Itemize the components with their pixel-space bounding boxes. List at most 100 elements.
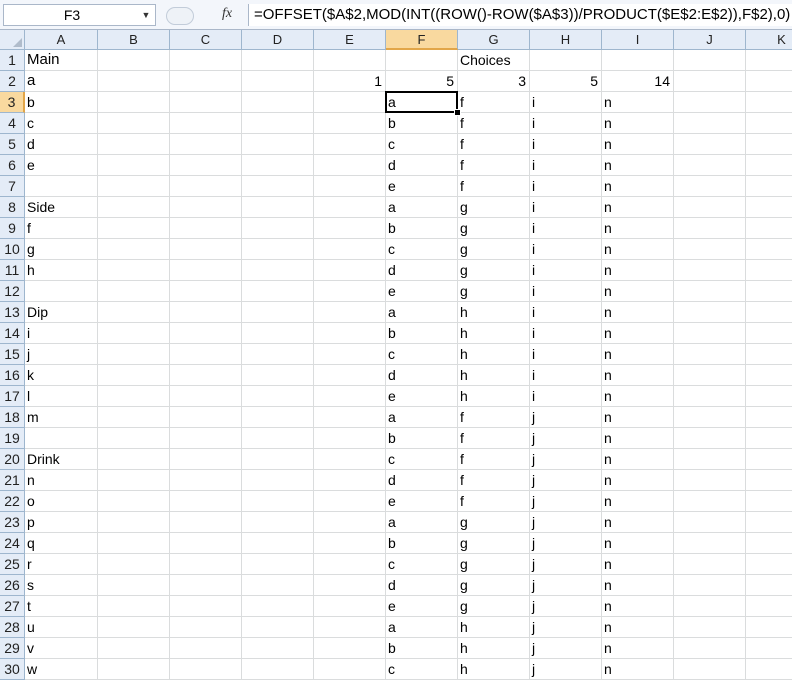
cell[interactable] [674, 428, 746, 449]
cell[interactable] [314, 218, 386, 239]
cell[interactable] [746, 512, 792, 533]
cell-h5[interactable]: i [530, 134, 602, 155]
cell-i2[interactable]: 14 [602, 71, 674, 92]
cell[interactable] [746, 407, 792, 428]
cell[interactable] [746, 281, 792, 302]
cell-f14[interactable]: b [386, 323, 458, 344]
cell-f30[interactable]: c [386, 659, 458, 680]
cell-a20[interactable]: Drink [25, 449, 98, 470]
cell[interactable] [314, 50, 386, 71]
cell-g15[interactable]: h [458, 344, 530, 365]
cell-f8[interactable]: a [386, 197, 458, 218]
row-header-10[interactable]: 10 [0, 239, 25, 260]
cell[interactable] [674, 197, 746, 218]
column-header-k[interactable]: K [746, 30, 792, 50]
cell[interactable] [674, 71, 746, 92]
row-header-19[interactable]: 19 [0, 428, 25, 449]
cell[interactable] [98, 575, 170, 596]
cell[interactable] [386, 50, 458, 71]
column-header-d[interactable]: D [242, 30, 314, 50]
row-header-26[interactable]: 26 [0, 575, 25, 596]
cell-i17[interactable]: n [602, 386, 674, 407]
cell-a22[interactable]: o [25, 491, 98, 512]
cell[interactable] [314, 134, 386, 155]
cell[interactable] [242, 92, 314, 113]
cell[interactable] [170, 71, 242, 92]
cell-g12[interactable]: g [458, 281, 530, 302]
cell[interactable] [746, 260, 792, 281]
cell[interactable] [242, 302, 314, 323]
cell[interactable] [98, 470, 170, 491]
cell-a21[interactable]: n [25, 470, 98, 491]
row-header-7[interactable]: 7 [0, 176, 25, 197]
cell[interactable] [674, 365, 746, 386]
cell[interactable] [746, 71, 792, 92]
column-header-g[interactable]: G [458, 30, 530, 50]
cell[interactable] [242, 134, 314, 155]
cell[interactable] [242, 260, 314, 281]
column-header-e[interactable]: E [314, 30, 386, 50]
cell-a15[interactable]: j [25, 344, 98, 365]
cell[interactable] [98, 491, 170, 512]
cell-h14[interactable]: i [530, 323, 602, 344]
cell[interactable] [674, 134, 746, 155]
cell-f5[interactable]: c [386, 134, 458, 155]
cell[interactable] [314, 407, 386, 428]
column-header-c[interactable]: C [170, 30, 242, 50]
row-header-9[interactable]: 9 [0, 218, 25, 239]
cell-f6[interactable]: d [386, 155, 458, 176]
cell-i29[interactable]: n [602, 638, 674, 659]
cell[interactable] [746, 470, 792, 491]
cell[interactable] [170, 239, 242, 260]
cell-h24[interactable]: j [530, 533, 602, 554]
cell-f11[interactable]: d [386, 260, 458, 281]
cell-a18[interactable]: m [25, 407, 98, 428]
cell-a13[interactable]: Dip [25, 302, 98, 323]
cell[interactable] [98, 449, 170, 470]
cell[interactable] [674, 638, 746, 659]
cell-a26[interactable]: s [25, 575, 98, 596]
cell[interactable] [242, 470, 314, 491]
cell-g6[interactable]: f [458, 155, 530, 176]
cell[interactable] [242, 113, 314, 134]
cell-h29[interactable]: j [530, 638, 602, 659]
cell[interactable] [746, 638, 792, 659]
cell-h10[interactable]: i [530, 239, 602, 260]
cell-f4[interactable]: b [386, 113, 458, 134]
cell[interactable] [674, 176, 746, 197]
cell-h13[interactable]: i [530, 302, 602, 323]
cell-g14[interactable]: h [458, 323, 530, 344]
cell-h21[interactable]: j [530, 470, 602, 491]
cell[interactable] [314, 554, 386, 575]
cell-i10[interactable]: n [602, 239, 674, 260]
cell[interactable] [98, 197, 170, 218]
cell[interactable] [170, 617, 242, 638]
cell[interactable] [674, 575, 746, 596]
row-header-11[interactable]: 11 [0, 260, 25, 281]
cell[interactable] [746, 113, 792, 134]
cell[interactable] [170, 428, 242, 449]
cell-g10[interactable]: g [458, 239, 530, 260]
cell[interactable] [746, 50, 792, 71]
cell-f2[interactable]: 5 [386, 71, 458, 92]
cell[interactable] [242, 218, 314, 239]
cell[interactable] [98, 281, 170, 302]
cell[interactable] [242, 50, 314, 71]
cell[interactable] [170, 92, 242, 113]
cell-g25[interactable]: g [458, 554, 530, 575]
cell-g9[interactable]: g [458, 218, 530, 239]
cell-f22[interactable]: e [386, 491, 458, 512]
cell-f21[interactable]: d [386, 470, 458, 491]
cell-f9[interactable]: b [386, 218, 458, 239]
cell[interactable] [674, 323, 746, 344]
expand-toggle-icon[interactable] [166, 7, 194, 25]
cell[interactable] [242, 155, 314, 176]
cell[interactable] [170, 470, 242, 491]
cell-f10[interactable]: c [386, 239, 458, 260]
cell-g24[interactable]: g [458, 533, 530, 554]
cell[interactable] [314, 575, 386, 596]
row-header-13[interactable]: 13 [0, 302, 25, 323]
cell[interactable] [674, 596, 746, 617]
cell-a24[interactable]: q [25, 533, 98, 554]
cell-i26[interactable]: n [602, 575, 674, 596]
